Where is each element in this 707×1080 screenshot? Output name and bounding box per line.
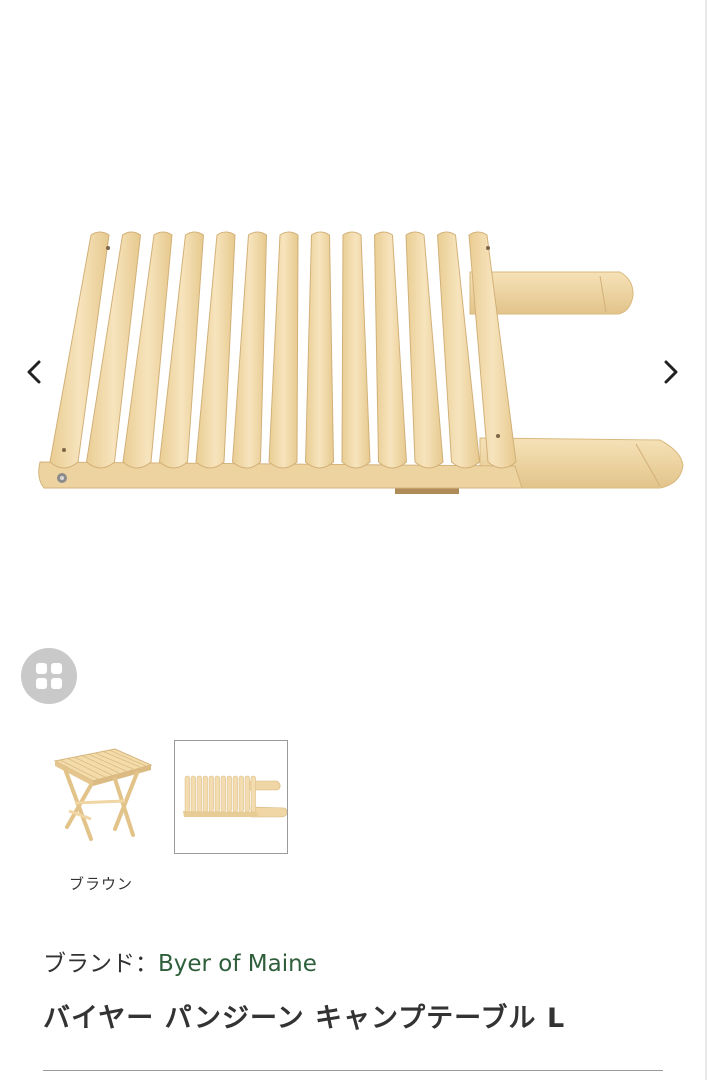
next-image-button[interactable] [651,350,691,394]
table-slat [268,231,299,469]
assembled-table-thumbnail [53,748,153,841]
divider [43,1070,663,1071]
thumbnail-assembled-table[interactable] [44,740,158,854]
gallery-view-button[interactable] [21,648,77,704]
brand-link[interactable]: Byer of Maine [158,951,317,977]
brand-prefix: ブランド： [43,951,158,977]
table-slat [195,231,236,469]
product-page: ブラウン ブランド：Byer of Maine バイヤー パンジーン キャンプテ… [0,0,707,1080]
chevron-right-icon [664,360,678,384]
brand-line: ブランド：Byer of Maine [43,944,317,978]
folded-table-image [38,231,684,494]
table-slat [341,231,371,469]
chevron-left-icon [27,360,41,384]
grid-icon [36,663,62,689]
table-slat [231,231,268,469]
screw-hole [106,246,110,250]
table-slat [405,231,444,469]
folded-table-thumbnail [183,775,288,818]
table-slat [304,231,335,469]
product-image-carousel[interactable] [0,0,705,640]
thumbnail-color-label: ブラウン [68,875,133,893]
thumbnail-folded-table[interactable] [174,740,288,854]
table-slat [373,231,408,469]
previous-image-button[interactable] [14,350,54,394]
product-title: バイヤー パンジーン キャンプテーブル L [43,1003,566,1034]
screw-hole [486,246,490,250]
screw-hole [496,434,500,438]
screw-hole [62,448,66,452]
